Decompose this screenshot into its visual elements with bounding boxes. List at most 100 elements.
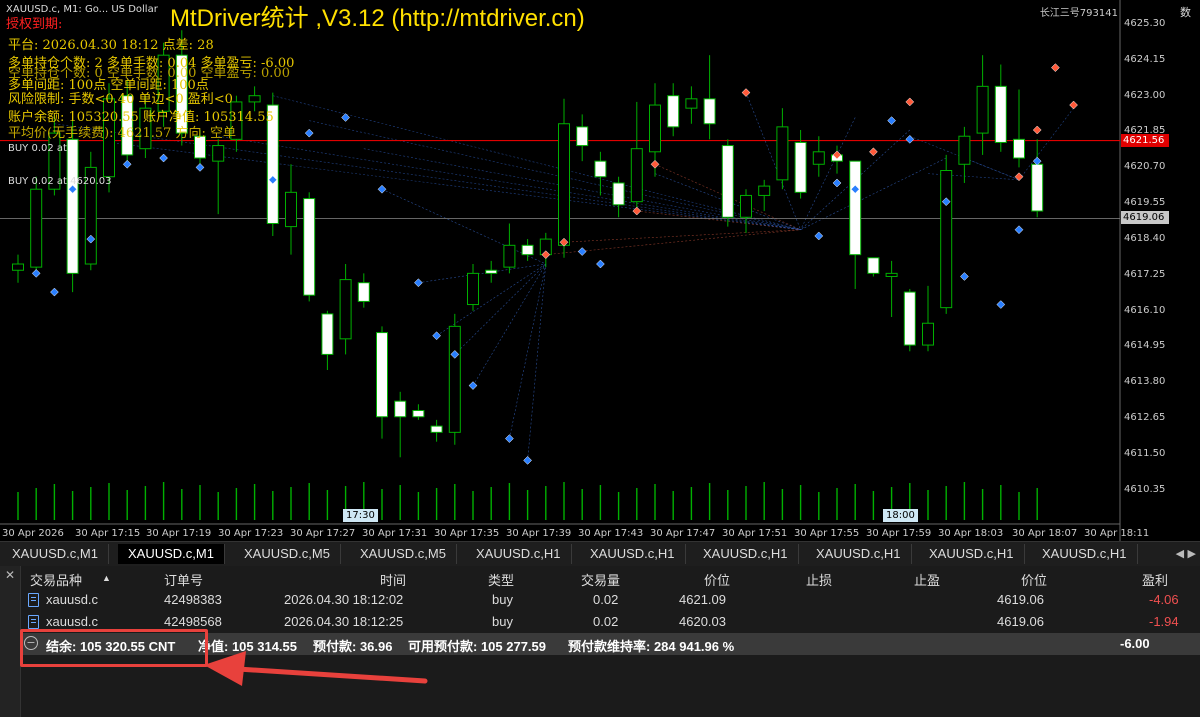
order-link-line bbox=[272, 95, 801, 231]
candle-body bbox=[812, 151, 825, 165]
candle-body bbox=[467, 272, 479, 306]
header-ticket[interactable]: 订单号 bbox=[164, 570, 203, 589]
sort-asc-icon[interactable]: ▲ bbox=[102, 573, 111, 583]
buy-marker bbox=[414, 278, 423, 288]
header-sl[interactable]: 止损 bbox=[806, 570, 832, 589]
header-time[interactable]: 时间 bbox=[380, 570, 406, 589]
cell-symbol: xauusd.c bbox=[46, 592, 99, 607]
candle-body bbox=[867, 257, 880, 274]
candle-body bbox=[740, 194, 752, 218]
cell-type: buy bbox=[492, 614, 513, 629]
time-tick: 30 Apr 17:31 bbox=[362, 528, 428, 539]
time-tick: 30 Apr 17:55 bbox=[794, 528, 860, 539]
price-chart[interactable]: XAUUSD.c, M1: Go... US Dollar 授权到期: MtDr… bbox=[0, 0, 1200, 541]
order-link-line bbox=[800, 157, 947, 230]
highlight-box bbox=[20, 629, 208, 667]
cell-ticket: 42498383 bbox=[164, 592, 222, 607]
order-link-line bbox=[381, 188, 546, 265]
candle-body bbox=[776, 126, 789, 181]
table-row[interactable]: xauusd.c 42498383 2026.04.30 18:12:02 bu… bbox=[20, 589, 1200, 611]
candle-body bbox=[667, 95, 680, 128]
cell-current-price: 4619.06 bbox=[997, 614, 1044, 629]
summary-margin: 预付款: 36.96 bbox=[313, 639, 393, 654]
chart-tab-active[interactable]: XAUUSD.c,M1 bbox=[118, 544, 225, 564]
time-tick: 30 Apr 17:19 bbox=[146, 528, 212, 539]
chart-tab[interactable]: XAUUSD.c,M1 bbox=[2, 544, 109, 564]
candle-body bbox=[558, 123, 570, 246]
overlay-line-account: 账户余额: 105320.55 账户净值: 105314.55 bbox=[8, 110, 274, 125]
candle-body bbox=[922, 322, 934, 346]
chart-tab[interactable]: XAUUSD.c,M5 bbox=[234, 544, 341, 564]
cell-time: 2026.04.30 18:12:02 bbox=[284, 592, 404, 607]
price-tick: 4618.40 bbox=[1124, 233, 1166, 244]
header-profit[interactable]: 盈利 bbox=[1142, 570, 1168, 589]
buy-marker bbox=[304, 128, 314, 138]
time-tick: 30 Apr 17:35 bbox=[434, 528, 500, 539]
candle-body bbox=[248, 95, 261, 103]
candle-body bbox=[303, 198, 316, 296]
chart-tab[interactable]: XAUUSD.c,H1 bbox=[693, 544, 799, 564]
candle-body bbox=[339, 279, 352, 340]
header-price[interactable]: 价位 bbox=[704, 570, 730, 589]
chart-tab[interactable]: XAUUSD.c,H1 bbox=[580, 544, 686, 564]
overlay-line-average: 平均价(无手续费): 4621.57 方向: 空单 bbox=[8, 126, 237, 141]
buy-marker bbox=[159, 153, 168, 163]
price-tick: 4624.15 bbox=[1124, 54, 1166, 65]
buy-marker bbox=[122, 159, 132, 169]
price-tick: 4612.65 bbox=[1124, 412, 1166, 423]
candle-body bbox=[1031, 163, 1044, 212]
candle-body bbox=[958, 135, 971, 165]
cell-symbol: xauusd.c bbox=[46, 614, 99, 629]
sell-marker bbox=[1032, 125, 1042, 135]
time-marker: 17:30 bbox=[343, 509, 378, 522]
buy-order-label: BUY 0.02 at bbox=[8, 143, 67, 154]
license-expiry-text: 授权到期: bbox=[6, 17, 63, 32]
candle-body bbox=[794, 141, 807, 193]
order-link-line bbox=[1018, 107, 1074, 181]
order-icon bbox=[28, 615, 39, 629]
candle-body bbox=[485, 269, 498, 274]
buy-marker bbox=[523, 456, 532, 465]
order-icon bbox=[28, 593, 39, 607]
current-price-tag: 4619.06 bbox=[1121, 211, 1169, 224]
summary-margin-level: 预付款维持率: 284 941.96 % bbox=[568, 639, 735, 654]
candle-body bbox=[212, 145, 225, 162]
header-symbol[interactable]: 交易品种 bbox=[30, 570, 82, 589]
chart-tab[interactable]: XAUUSD.c,M5 bbox=[350, 544, 457, 564]
sell-marker bbox=[1051, 63, 1060, 72]
cell-profit: -1.94 bbox=[1149, 614, 1179, 629]
header-current-price[interactable]: 价位 bbox=[1021, 570, 1047, 589]
candle-body bbox=[376, 332, 388, 418]
chart-tab[interactable]: XAUUSD.c,H1 bbox=[466, 544, 572, 564]
candle-body bbox=[849, 160, 862, 256]
summary-total-profit: -6.00 bbox=[1120, 636, 1150, 651]
candle-body bbox=[30, 188, 43, 268]
time-tick: 30 Apr 18:07 bbox=[1012, 528, 1078, 539]
candle-body bbox=[885, 272, 898, 277]
time-tick: 30 Apr 18:03 bbox=[938, 528, 1004, 539]
cell-time: 2026.04.30 18:12:25 bbox=[284, 614, 404, 629]
header-volume[interactable]: 交易量 bbox=[581, 570, 620, 589]
cell-volume: 0.02 bbox=[593, 614, 619, 629]
header-tp[interactable]: 止盈 bbox=[914, 570, 940, 589]
header-type[interactable]: 类型 bbox=[488, 570, 514, 589]
candle-body bbox=[758, 185, 771, 196]
price-tick: 4610.35 bbox=[1124, 484, 1166, 495]
buy-marker bbox=[1014, 225, 1024, 235]
chart-tab[interactable]: XAUUSD.c,H1 bbox=[806, 544, 912, 564]
candle-body bbox=[285, 191, 297, 228]
order-link-line bbox=[527, 263, 547, 461]
time-tick: 30 Apr 18:11 bbox=[1084, 528, 1150, 539]
close-icon[interactable]: ✕ bbox=[5, 568, 15, 582]
chart-tab[interactable]: XAUUSD.c,H1 bbox=[919, 544, 1025, 564]
candle-body bbox=[649, 104, 661, 153]
order-link-line bbox=[509, 263, 547, 439]
chart-tab[interactable]: XAUUSD.c,H1 bbox=[1032, 544, 1138, 564]
candle-body bbox=[976, 85, 989, 134]
tab-scroll-arrows-icon[interactable]: ◀ ▶ bbox=[1176, 544, 1196, 564]
cell-ticket: 42498568 bbox=[164, 614, 222, 629]
price-tick: 4620.70 bbox=[1124, 161, 1166, 172]
price-tick: 4613.80 bbox=[1124, 376, 1166, 387]
time-tick: 30 Apr 17:23 bbox=[218, 528, 284, 539]
terminal-sidebar: ✕ bbox=[0, 566, 21, 717]
